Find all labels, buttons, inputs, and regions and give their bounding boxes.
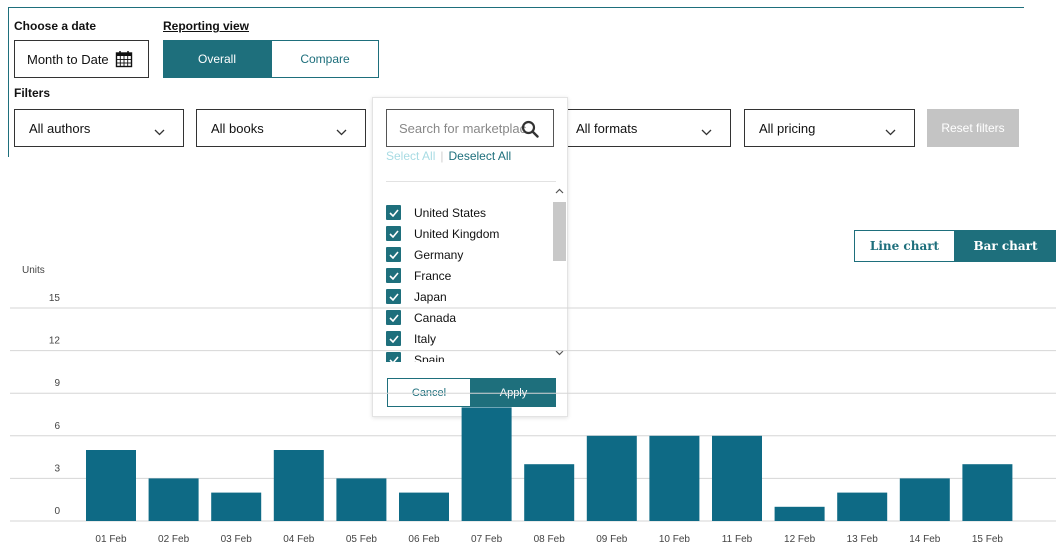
chart-bars bbox=[86, 407, 1013, 521]
filters-label: Filters bbox=[14, 86, 51, 100]
select-links: Select All | Deselect All bbox=[386, 149, 511, 163]
y-tick-label: 12 bbox=[49, 336, 61, 347]
search-icon[interactable] bbox=[521, 120, 539, 141]
x-tick-label: 05 Feb bbox=[346, 534, 378, 545]
bar-7[interactable] bbox=[461, 407, 512, 521]
bar-8[interactable] bbox=[524, 464, 575, 521]
y-tick-label: 6 bbox=[54, 421, 60, 432]
bar-3[interactable] bbox=[211, 492, 262, 521]
y-axis-label: Units bbox=[22, 265, 45, 276]
books-dropdown[interactable]: All books bbox=[196, 109, 366, 147]
chevron-down-icon bbox=[154, 124, 165, 139]
bar-14[interactable] bbox=[899, 478, 950, 521]
date-value: Month to Date bbox=[27, 51, 109, 67]
calendar-icon bbox=[115, 50, 133, 68]
y-tick-label: 3 bbox=[54, 463, 60, 474]
list-item-label: United States bbox=[414, 205, 487, 220]
checkbox-checked-icon[interactable] bbox=[386, 226, 401, 241]
authors-dropdown-value: All authors bbox=[29, 120, 91, 136]
date-label: Choose a date bbox=[14, 19, 97, 33]
marketplace-search-input[interactable]: Search for marketplac bbox=[386, 109, 554, 147]
header-rule bbox=[8, 7, 1024, 8]
reset-filters-button[interactable]: Reset filters bbox=[927, 109, 1019, 147]
scrollbar-thumb[interactable] bbox=[553, 202, 566, 261]
y-tick-label: 0 bbox=[54, 506, 60, 517]
list-item[interactable]: United States bbox=[386, 202, 550, 223]
bar-6[interactable] bbox=[399, 492, 449, 521]
bar-15[interactable] bbox=[962, 464, 1013, 521]
select-all-link[interactable]: Select All bbox=[386, 149, 435, 163]
units-bar-chart: Units 03691215 01 Feb 02 Feb 03 Feb 04 Feb 0… bbox=[10, 265, 1056, 545]
panel-divider bbox=[386, 181, 556, 182]
checkbox-checked-icon[interactable] bbox=[386, 205, 401, 220]
tab-compare[interactable]: Compare bbox=[271, 40, 379, 78]
chevron-down-icon bbox=[336, 124, 347, 139]
x-tick-label: 14 Feb bbox=[909, 534, 941, 545]
formats-dropdown[interactable]: All formats bbox=[561, 109, 731, 147]
x-tick-label: 11 Feb bbox=[722, 534, 753, 545]
list-item-label: United Kingdom bbox=[414, 226, 500, 241]
link-divider: | bbox=[440, 149, 444, 163]
x-tick-label: 01 Feb bbox=[95, 534, 127, 545]
chevron-down-icon bbox=[885, 124, 896, 139]
pricing-dropdown[interactable]: All pricing bbox=[744, 109, 915, 147]
filter-panel-rule bbox=[8, 7, 9, 157]
x-tick-label: 12 Feb bbox=[784, 534, 816, 545]
x-tick-label: 15 Feb bbox=[972, 534, 1004, 545]
tab-overall[interactable]: Overall bbox=[163, 40, 271, 78]
reporting-view-label: Reporting view bbox=[163, 19, 250, 33]
x-tick-label: 02 Feb bbox=[158, 534, 190, 545]
bar-11[interactable] bbox=[712, 435, 762, 521]
bar-12[interactable] bbox=[774, 506, 825, 521]
bar-13[interactable] bbox=[837, 492, 888, 521]
y-tick-label: 15 bbox=[49, 293, 61, 304]
x-tick-label: 10 Feb bbox=[659, 534, 691, 545]
x-tick-label: 07 Feb bbox=[471, 534, 503, 545]
chevron-down-icon bbox=[701, 124, 712, 139]
bar-9[interactable] bbox=[586, 435, 637, 521]
x-tick-label: 06 Feb bbox=[408, 534, 440, 545]
x-tick-label: 08 Feb bbox=[534, 534, 566, 545]
x-tick-label: 03 Feb bbox=[221, 534, 253, 545]
formats-dropdown-value: All formats bbox=[576, 120, 638, 136]
bar-5[interactable] bbox=[336, 478, 387, 521]
bar-10[interactable] bbox=[649, 435, 700, 521]
marketplace-search-placeholder: Search for marketplac bbox=[399, 120, 527, 136]
authors-dropdown[interactable]: All authors bbox=[14, 109, 184, 147]
bar-2[interactable] bbox=[148, 478, 199, 521]
x-tick-label: 13 Feb bbox=[847, 534, 879, 545]
bar-4[interactable] bbox=[273, 450, 324, 521]
deselect-all-link[interactable]: Deselect All bbox=[448, 149, 511, 163]
x-axis-labels: 01 Feb 02 Feb 03 Feb 04 Feb 05 Feb 06 Feb 07 F… bbox=[95, 534, 1003, 545]
y-tick-label: 9 bbox=[54, 378, 60, 389]
x-tick-label: 04 Feb bbox=[283, 534, 315, 545]
books-dropdown-value: All books bbox=[211, 120, 264, 136]
bar-1[interactable] bbox=[86, 450, 136, 521]
scroll-up-icon[interactable] bbox=[555, 186, 565, 196]
list-item[interactable]: United Kingdom bbox=[386, 223, 550, 244]
pricing-dropdown-value: All pricing bbox=[759, 120, 816, 136]
x-tick-label: 09 Feb bbox=[596, 534, 628, 545]
date-picker[interactable]: Month to Date bbox=[14, 40, 149, 78]
